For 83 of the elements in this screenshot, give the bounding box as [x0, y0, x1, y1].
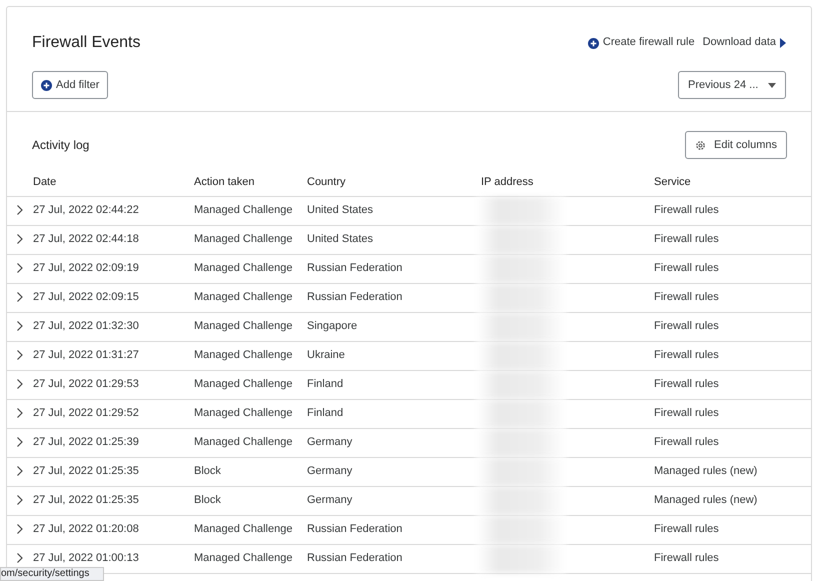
table-cell: 27 Jul, 2022 02:44:22: [33, 204, 139, 216]
table-cell: Block: [194, 464, 221, 477]
table-cell: Managed Challenge: [194, 232, 292, 245]
table-cell: Firewall rules: [654, 522, 719, 535]
table-cell: 27 Jul, 2022 01:25:39: [33, 436, 139, 448]
table-cell: 27 Jul, 2022 02:09:15: [33, 290, 139, 303]
table-cell: 27 Jul, 2022 02:44:18: [33, 232, 139, 245]
table-cell: Ukraine: [307, 348, 345, 361]
table-cell: Firewall rules: [654, 348, 719, 361]
column-header[interactable]: IP address: [481, 176, 534, 188]
table-cell: Finland: [307, 406, 344, 419]
table-cell: 27 Jul, 2022 01:29:52: [33, 406, 139, 419]
table-cell: Managed Challenge: [194, 320, 292, 332]
table-cell: Managed Challenge: [194, 204, 292, 216]
table-cell: Managed Challenge: [194, 406, 292, 419]
table-cell: 27 Jul, 2022 01:29:53: [33, 378, 139, 390]
section-title: Activity log: [32, 138, 90, 152]
table-cell: Finland: [307, 378, 344, 390]
chevron-right-icon[interactable]: [17, 379, 23, 389]
chevron-right-icon[interactable]: [17, 292, 23, 302]
table-cell: Russian Federation: [307, 552, 402, 564]
time-range-dropdown[interactable]: Previous 24 ...: [678, 71, 786, 99]
column-header[interactable]: Action taken: [194, 176, 255, 188]
table-cell: Managed rules (new): [654, 494, 758, 506]
chevron-right-icon[interactable]: [17, 553, 23, 563]
table-cell: Firewall rules: [654, 378, 719, 390]
column-header[interactable]: Country: [307, 176, 346, 188]
chevron-right-icon[interactable]: [17, 263, 23, 273]
table-cell: Germany: [307, 436, 352, 448]
chevron-right-icon[interactable]: [17, 350, 23, 360]
table-cell: Firewall rules: [654, 406, 719, 419]
chevron-right-icon[interactable]: [17, 205, 23, 215]
table-cell: Managed Challenge: [194, 262, 292, 274]
table-cell: Firewall rules: [654, 204, 719, 216]
table-cell: Managed Challenge: [194, 348, 292, 361]
table-cell: Managed Challenge: [194, 552, 292, 564]
chevron-right-icon[interactable]: [17, 466, 23, 476]
gear-icon: [695, 140, 706, 150]
table-cell: United States: [307, 204, 374, 216]
table-cell: 27 Jul, 2022 01:25:35: [33, 494, 139, 506]
add-filter-button[interactable]: Add filter: [32, 71, 108, 99]
table-cell: United States: [307, 232, 374, 245]
url-tooltip: om/security/settings: [0, 567, 104, 581]
table-cell: 27 Jul, 2022 01:31:27: [33, 348, 139, 361]
table-cell: Firewall rules: [654, 320, 719, 332]
table-cell: 27 Jul, 2022 01:00:13: [33, 552, 139, 564]
chevron-right-icon[interactable]: [17, 524, 23, 534]
header-link[interactable]: Download data: [702, 36, 786, 50]
table-cell: Firewall rules: [654, 232, 719, 245]
table-cell: Singapore: [307, 320, 358, 332]
page-title: Firewall Events: [32, 33, 140, 53]
table-cell: 27 Jul, 2022 02:09:19: [33, 262, 139, 274]
column-header[interactable]: Date: [33, 176, 56, 188]
table-cell: Firewall rules: [654, 552, 719, 564]
plus-circle-icon: [41, 80, 52, 90]
table-cell: Germany: [307, 494, 352, 506]
chevron-right-icon[interactable]: [17, 321, 23, 331]
chevron-right-icon[interactable]: [17, 437, 23, 447]
column-header[interactable]: Service: [654, 176, 691, 188]
chevron-right-icon[interactable]: [17, 495, 23, 505]
table-cell: Managed Challenge: [194, 290, 292, 303]
dropdown-caret-icon: [768, 82, 776, 88]
plus-circle-icon: [588, 38, 599, 48]
table-cell: 27 Jul, 2022 01:32:30: [33, 320, 139, 332]
table-cell: 27 Jul, 2022 01:25:35: [33, 464, 139, 477]
table-cell: Russian Federation: [307, 522, 402, 535]
table-cell: Managed Challenge: [194, 378, 292, 390]
table-cell: Block: [194, 494, 221, 506]
table-cell: Firewall rules: [654, 290, 719, 303]
chevron-right-icon[interactable]: [17, 408, 23, 418]
chevron-right-icon[interactable]: [17, 234, 23, 244]
table-cell: 27 Jul, 2022 01:20:08: [33, 522, 139, 535]
table-cell: Managed Challenge: [194, 436, 292, 448]
table-cell: Managed rules (new): [654, 464, 758, 477]
table-cell: Managed Challenge: [194, 522, 292, 535]
caret-right-icon: [780, 38, 786, 48]
table-cell: Russian Federation: [307, 262, 402, 274]
header-link[interactable]: Create firewall rule: [588, 36, 695, 50]
table-cell: Firewall rules: [654, 436, 719, 448]
table-cell: Firewall rules: [654, 262, 719, 274]
table-cell: Germany: [307, 464, 352, 477]
edit-columns-button[interactable]: Edit columns: [685, 131, 787, 159]
table-cell: Russian Federation: [307, 290, 402, 303]
